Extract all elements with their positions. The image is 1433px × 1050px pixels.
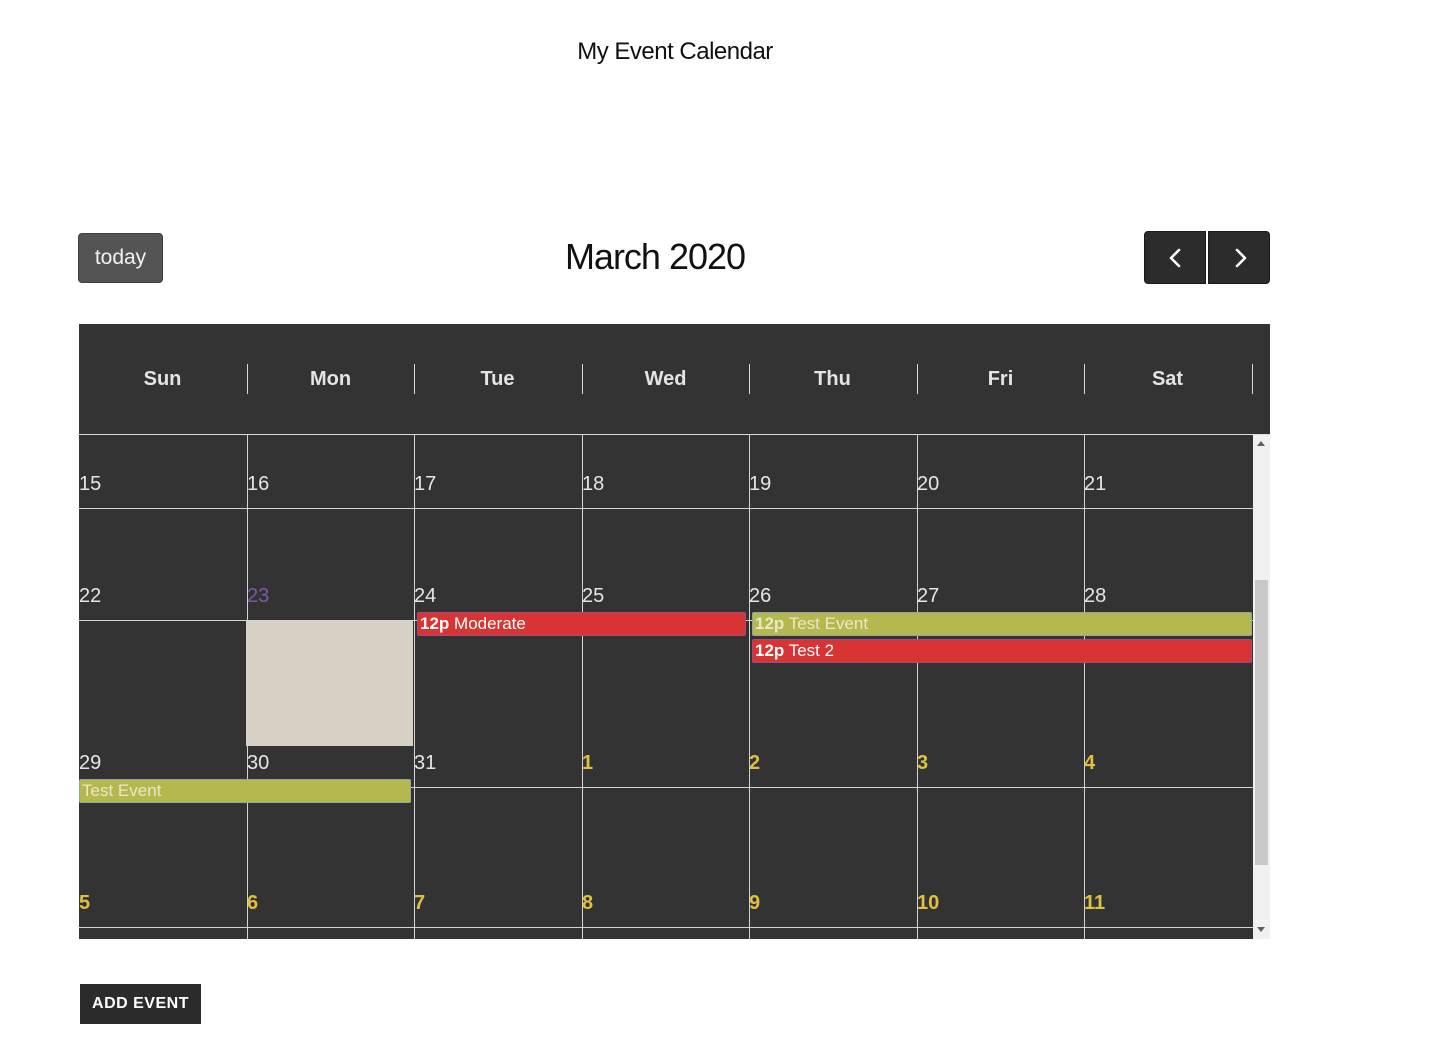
day-number[interactable]: 30 <box>247 752 269 774</box>
weekday-header-2: Tue <box>480 368 515 390</box>
month-calendar: Sun Mon Tue Wed Thu Fri Sat 15 16 17 18 19 20 21 22 23… <box>79 324 1270 939</box>
prev-month-button[interactable] <box>1144 231 1206 284</box>
day-number[interactable]: 8 <box>582 892 593 914</box>
day-number[interactable]: 15 <box>79 473 101 495</box>
day-number[interactable]: 24 <box>414 585 436 607</box>
day-number[interactable]: 21 <box>1084 473 1106 495</box>
calendar-event[interactable]: 12p Moderate <box>417 612 746 636</box>
add-event-button[interactable]: ADD EVENT <box>80 984 201 1024</box>
column-line <box>247 435 248 939</box>
column-line <box>1084 435 1085 939</box>
day-number[interactable]: 28 <box>1084 585 1106 607</box>
day-number[interactable]: 3 <box>917 752 928 774</box>
today-cell-highlight[interactable] <box>246 620 413 746</box>
weekday-header-0: Sun <box>143 368 182 390</box>
event-title: Test Event <box>82 781 162 800</box>
day-number[interactable]: 22 <box>79 585 101 607</box>
scroll-up-arrow-icon[interactable] <box>1257 441 1265 446</box>
day-number[interactable]: 2 <box>749 752 760 774</box>
day-number[interactable]: 16 <box>247 473 269 495</box>
day-number[interactable]: 27 <box>917 585 939 607</box>
day-number[interactable]: 9 <box>749 892 760 914</box>
event-time: 12p <box>420 614 450 633</box>
day-number[interactable]: 11 <box>1084 892 1105 914</box>
calendar-title: March 2020 <box>564 236 746 277</box>
calendar-event[interactable]: Test Event <box>79 779 411 803</box>
event-time: 12p <box>755 614 785 633</box>
weekday-header-6: Sat <box>1151 368 1184 390</box>
calendar-body[interactable]: 15 16 17 18 19 20 21 22 23 24 25 26 27 28 29 30 31 1 2 3 4 5 6… <box>79 435 1253 939</box>
weekday-header-5: Fri <box>987 368 1014 390</box>
today-button[interactable]: today <box>78 233 163 283</box>
day-number[interactable]: 29 <box>79 752 101 774</box>
row-line <box>79 508 1253 509</box>
weekday-separator <box>1252 364 1253 394</box>
day-number[interactable]: 31 <box>414 752 436 774</box>
column-line <box>582 435 583 939</box>
day-number[interactable]: 6 <box>247 892 258 914</box>
column-line <box>749 435 750 939</box>
weekday-header-4: Thu <box>814 368 851 390</box>
event-title: Test Event <box>788 614 869 633</box>
day-number[interactable]: 23 <box>247 585 269 607</box>
day-number[interactable]: 18 <box>582 473 604 495</box>
next-month-button[interactable] <box>1208 231 1270 284</box>
day-number[interactable]: 1 <box>582 752 593 774</box>
scroll-down-arrow-icon[interactable] <box>1257 927 1265 932</box>
column-line <box>414 435 415 939</box>
chevron-right-icon <box>1235 248 1247 268</box>
calendar-event[interactable]: 12p Test Event <box>752 612 1252 636</box>
weekday-header-1: Mon <box>309 368 352 390</box>
day-number[interactable]: 4 <box>1084 752 1095 774</box>
event-title: Test 2 <box>788 641 835 660</box>
day-number[interactable]: 26 <box>749 585 771 607</box>
calendar-scrollbar[interactable] <box>1253 435 1270 939</box>
day-number[interactable]: 5 <box>79 892 90 914</box>
day-number[interactable]: 7 <box>414 892 425 914</box>
weekday-header-3: Wed <box>644 368 687 390</box>
day-number[interactable]: 10 <box>917 892 939 914</box>
day-number[interactable]: 25 <box>582 585 604 607</box>
day-number[interactable]: 17 <box>414 473 436 495</box>
day-number[interactable]: 19 <box>749 473 771 495</box>
column-line <box>917 435 918 939</box>
chevron-left-icon <box>1169 248 1181 268</box>
page-title: My Event Calendar <box>577 38 773 65</box>
day-number[interactable]: 20 <box>917 473 939 495</box>
event-title: Moderate <box>454 614 526 633</box>
row-line <box>79 927 1253 928</box>
event-time: 12p <box>755 641 785 660</box>
scroll-thumb[interactable] <box>1255 580 1268 865</box>
calendar-event[interactable]: 12p Test 2 <box>752 639 1252 663</box>
